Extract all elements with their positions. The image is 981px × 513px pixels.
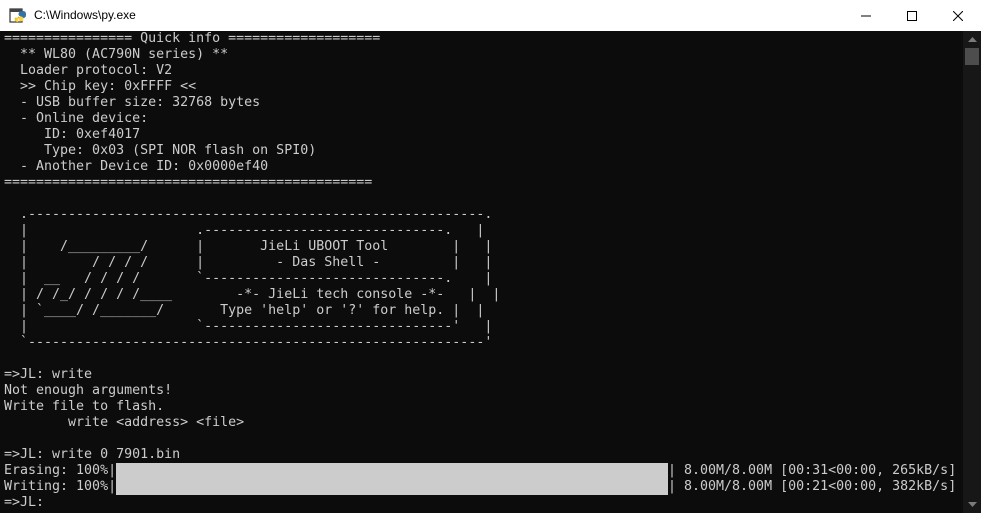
console-line: ================ Quick info ============… [4,31,381,46]
console-line: Not enough arguments! [4,383,173,398]
console-line: - Another Device ID: 0x0000ef40 [4,159,269,174]
console-line: =>JL: write [4,367,93,382]
minimize-button[interactable] [843,0,889,31]
banner-line: | / /_/ / / / /____ -*- JieLi tech conso… [4,287,501,302]
scroll-up-button[interactable] [963,31,981,48]
scroll-down-button[interactable] [963,496,981,513]
console-line: - Online device: [4,111,149,126]
writing-stats: | 8.00M/8.00M [00:21<00:00, 382kB/s] [668,479,957,494]
banner-line: | __ / / / / `--------------------------… [4,271,493,286]
window-title: C:\Windows\py.exe [34,8,136,22]
maximize-icon [907,10,917,21]
chevron-up-icon [967,37,977,42]
console-line: >> Chip key: 0xFFFF << [4,79,197,94]
close-button[interactable] [935,0,981,31]
console-line: Write file to flash. [4,399,165,414]
console-line: Type: 0x03 (SPI NOR flash on SPI0) [4,143,317,158]
console-line: - USB buffer size: 32768 bytes [4,95,261,110]
title-bar[interactable]: C:\Windows\py.exe [0,0,981,31]
banner-line: | / / / / | - Das Shell - | | [4,255,493,270]
writing-label: Writing: 100%| [4,479,117,494]
chevron-down-icon [967,502,977,507]
erasing-stats: | 8.00M/8.00M [00:31<00:00, 265kB/s] [668,463,957,478]
console-output[interactable]: ================ Quick info ============… [0,31,963,513]
banner-line: .---------------------------------------… [4,207,493,222]
banner-line: `---------------------------------------… [4,335,493,350]
banner-line: | `-------------------------------' | [4,319,493,334]
banner-line: | `____/ /_______/ Type 'help' or '?' fo… [4,303,485,318]
banner-line: | /_________/ | JieLi UBOOT Tool | | [4,239,493,254]
console-line: write <address> <file> [4,415,245,430]
close-icon [953,10,963,21]
banner-line: | .------------------------------. | [4,223,485,238]
console-line: ID: 0xef4017 [4,127,141,142]
console-line: Loader protocol: V2 [4,63,173,78]
maximize-button[interactable] [889,0,935,31]
console-line: ========================================… [4,175,373,190]
minimize-icon [861,15,871,16]
progress-bars [116,463,668,495]
prompt-line: =>JL: [4,495,45,510]
console-line: =>JL: write 0 7901.bin [4,447,181,462]
console-window: C:\Windows\py.exe ================ Quick… [0,0,981,513]
python-launcher-icon [9,8,26,23]
scrollbar-thumb[interactable] [965,48,979,65]
vertical-scrollbar[interactable] [963,31,981,513]
erasing-label: Erasing: 100%| [4,463,117,478]
console-line: ** WL80 (AC790N series) ** [4,47,229,62]
